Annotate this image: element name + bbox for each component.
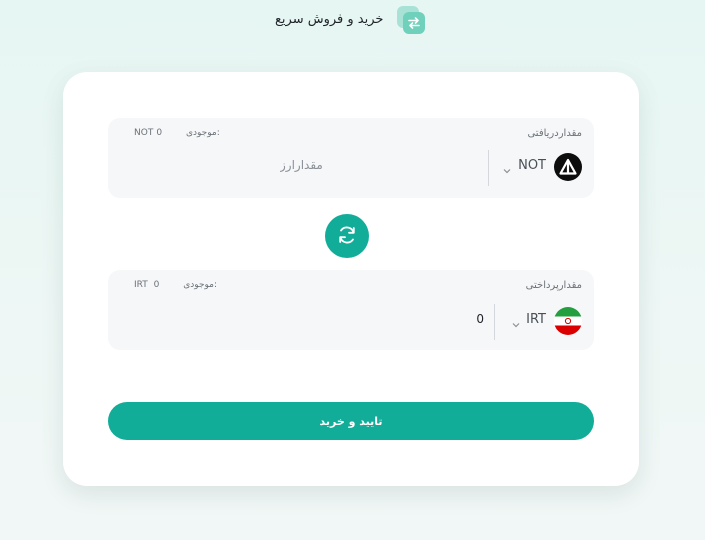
receive-balance-label: موجودی:: [185, 128, 220, 138]
swap-arrows-icon: [397, 6, 427, 34]
field-divider: [488, 150, 489, 186]
pay-balance-label: موجودی:: [183, 280, 218, 290]
pay-balance-currency: IRT: [134, 280, 148, 290]
chevron-down-icon[interactable]: [502, 161, 512, 174]
pay-currency-symbol[interactable]: IRT: [526, 312, 546, 327]
receive-currency-symbol[interactable]: NOT: [518, 158, 546, 173]
pay-field: مقدارپرداختی IRT 0 موجودی: IRT: [108, 270, 594, 350]
chevron-down-icon[interactable]: [511, 315, 521, 328]
pay-amount-input[interactable]: [284, 312, 484, 326]
receive-field: مقداردریافتی NOT 0 موجودی: NOT: [108, 118, 594, 198]
pay-label: مقدارپرداختی: [525, 280, 582, 291]
pay-balance: IRT 0 موجودی:: [134, 280, 220, 290]
receive-label: مقداردریافتی: [527, 128, 582, 139]
receive-amount-input[interactable]: [280, 158, 480, 172]
page-header: خرید و فروش سریع: [0, 6, 705, 36]
trade-card: مقداردریافتی NOT 0 موجودی: NOT مقدارارز …: [63, 72, 639, 486]
notcoin-icon[interactable]: [554, 153, 582, 181]
page-title: خرید و فروش سریع: [275, 12, 384, 27]
receive-balance-value: 0: [156, 128, 163, 138]
pay-balance-value: 0: [153, 280, 160, 290]
confirm-buy-button[interactable]: تایید و خرید: [108, 402, 594, 440]
receive-balance: NOT 0 موجودی:: [134, 128, 223, 138]
refresh-icon: [336, 224, 358, 249]
field-divider: [494, 304, 495, 340]
iran-flag-icon[interactable]: [554, 307, 582, 335]
swap-direction-button[interactable]: [325, 214, 369, 258]
receive-balance-currency: NOT: [134, 128, 154, 138]
